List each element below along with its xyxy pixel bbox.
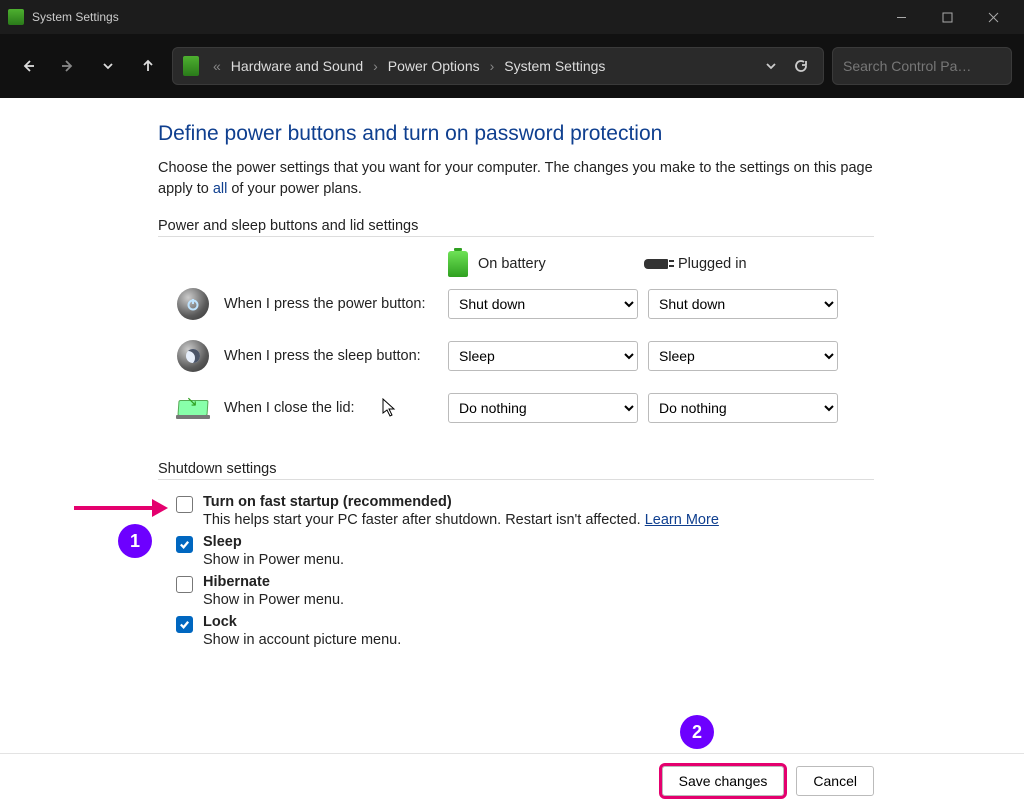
power-button-plugged-select[interactable]: Shut down [648, 289, 838, 319]
sleep-button-row: When I press the sleep button: Sleep Sle… [176, 339, 874, 373]
address-history-button[interactable] [759, 54, 783, 78]
close-button[interactable] [970, 0, 1016, 34]
page-intro: Choose the power settings that you want … [158, 158, 874, 200]
recent-locations-button[interactable] [92, 50, 124, 82]
search-input[interactable] [843, 58, 1024, 74]
battery-icon [448, 251, 468, 277]
breadcrumb-hardware-and-sound[interactable]: Hardware and Sound [231, 58, 363, 74]
app-icon [8, 9, 24, 25]
sleep-desc: Show in Power menu. [203, 552, 344, 568]
breadcrumb-separator: › [369, 58, 382, 74]
minimize-button[interactable] [878, 0, 924, 34]
section-power-buttons-header: Power and sleep buttons and lid settings [158, 218, 874, 237]
lid-icon: ↘ [176, 397, 210, 419]
breadcrumb-prefix: « [209, 58, 225, 74]
breadcrumb-separator: › [486, 58, 499, 74]
lock-row: Lock Show in account picture menu. [176, 614, 874, 648]
sleep-title: Sleep [203, 534, 344, 550]
sleep-button-icon [177, 340, 209, 372]
back-button[interactable] [12, 50, 44, 82]
sleep-row: Sleep Show in Power menu. [176, 534, 874, 568]
control-panel-icon [183, 56, 199, 76]
save-changes-button[interactable]: Save changes [662, 766, 785, 796]
window-title: System Settings [32, 10, 119, 24]
hibernate-row: Hibernate Show in Power menu. [176, 574, 874, 608]
power-button-battery-select[interactable]: Shut down [448, 289, 638, 319]
breadcrumb-system-settings[interactable]: System Settings [504, 58, 605, 74]
annotation-badge-2: 2 [680, 715, 714, 749]
close-lid-plugged-select[interactable]: Do nothing [648, 393, 838, 423]
plug-icon [644, 259, 668, 269]
breadcrumb-power-options[interactable]: Power Options [388, 58, 480, 74]
cancel-button[interactable]: Cancel [796, 766, 874, 796]
search-box[interactable] [832, 47, 1012, 85]
fast-startup-row: Turn on fast startup (recommended) This … [176, 494, 874, 528]
refresh-button[interactable] [789, 54, 813, 78]
toolbar: « Hardware and Sound › Power Options › S… [0, 34, 1024, 98]
page-content: Define power buttons and turn on passwor… [0, 98, 1024, 648]
hibernate-desc: Show in Power menu. [203, 592, 344, 608]
sleep-checkbox[interactable] [176, 536, 193, 553]
fast-startup-title: Turn on fast startup (recommended) [203, 494, 719, 510]
hibernate-checkbox[interactable] [176, 576, 193, 593]
learn-more-link[interactable]: Learn More [645, 512, 719, 528]
maximize-button[interactable] [924, 0, 970, 34]
fast-startup-desc: This helps start your PC faster after sh… [203, 512, 719, 528]
power-column-headers: On battery Plugged in [158, 251, 874, 277]
page-heading: Define power buttons and turn on passwor… [158, 122, 874, 146]
hibernate-title: Hibernate [203, 574, 344, 590]
lock-checkbox[interactable] [176, 616, 193, 633]
fast-startup-checkbox[interactable] [176, 496, 193, 513]
power-button-row: When I press the power button: Shut down… [176, 287, 874, 321]
close-lid-row: ↘ When I close the lid: Do nothing Do no… [176, 391, 874, 425]
plugged-in-header: Plugged in [678, 256, 747, 272]
titlebar: System Settings [0, 0, 1024, 34]
close-lid-battery-select[interactable]: Do nothing [448, 393, 638, 423]
section-shutdown-header: Shutdown settings [158, 461, 874, 480]
sleep-button-battery-select[interactable]: Sleep [448, 341, 638, 371]
up-button[interactable] [132, 50, 164, 82]
forward-button[interactable] [52, 50, 84, 82]
sleep-button-plugged-select[interactable]: Sleep [648, 341, 838, 371]
footer: Save changes Cancel [0, 753, 1024, 807]
power-button-icon [177, 288, 209, 320]
lock-desc: Show in account picture menu. [203, 632, 401, 648]
sleep-button-label: When I press the sleep button: [224, 348, 448, 364]
close-lid-label: When I close the lid: [224, 400, 448, 416]
on-battery-header: On battery [478, 256, 546, 272]
address-bar[interactable]: « Hardware and Sound › Power Options › S… [172, 47, 824, 85]
power-button-label: When I press the power button: [224, 296, 448, 312]
lock-title: Lock [203, 614, 401, 630]
